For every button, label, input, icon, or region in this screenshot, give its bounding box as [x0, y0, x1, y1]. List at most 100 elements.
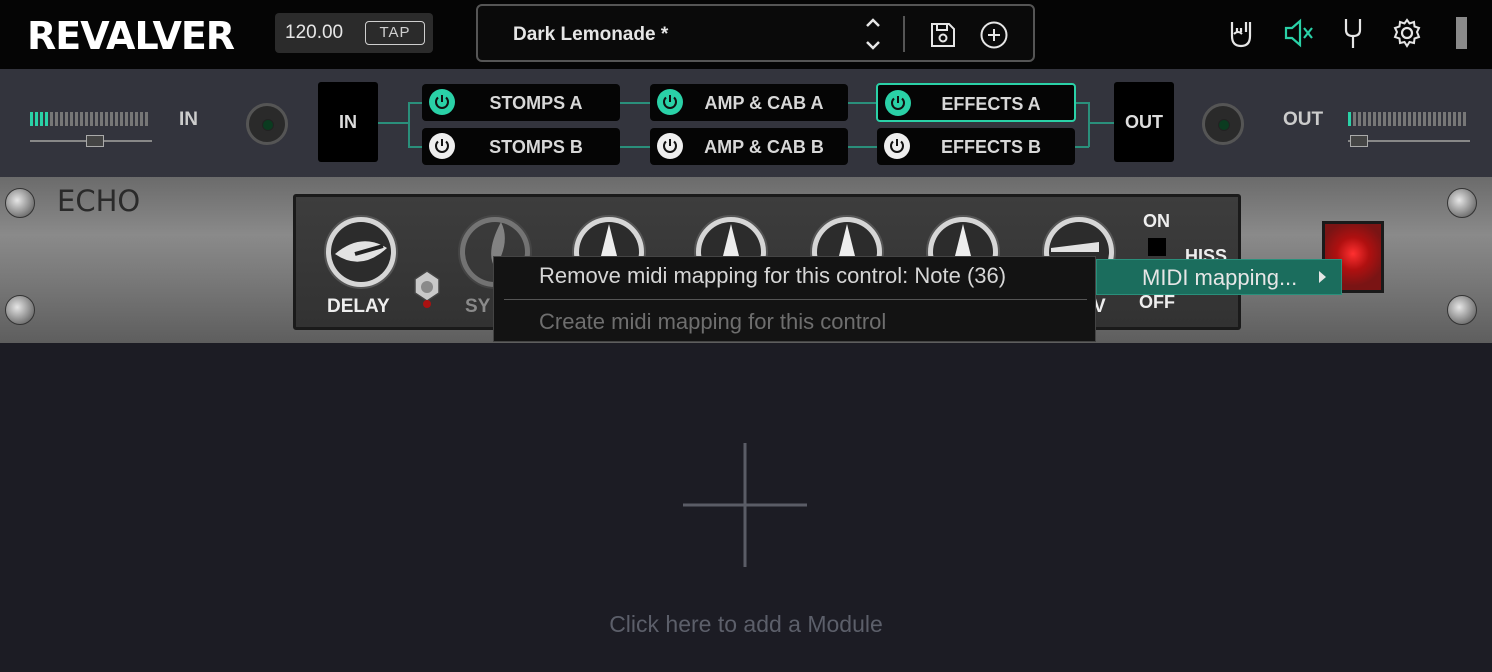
- meter-segment: [50, 112, 53, 126]
- remove-midi-mapping-item[interactable]: Remove midi mapping for this control: No…: [539, 263, 1006, 289]
- delay-label: DELAY: [327, 296, 390, 317]
- meter-segment: [135, 112, 138, 126]
- meter-segment: [1443, 112, 1446, 126]
- save-preset-icon[interactable]: [928, 20, 958, 50]
- tap-tempo-button[interactable]: TAP: [365, 21, 425, 45]
- meter-segment: [80, 112, 83, 126]
- meter-segment: [110, 112, 113, 126]
- output-jack: [1202, 103, 1244, 145]
- meter-segment: [60, 112, 63, 126]
- meter-segment: [55, 112, 58, 126]
- revalver-window: REVALVER 120.00 TAP Dark Lemonade * IN I…: [0, 0, 1492, 672]
- switch-off-label: OFF: [1139, 292, 1175, 312]
- gear-icon[interactable]: [1392, 16, 1422, 50]
- screw: [5, 188, 35, 218]
- screw: [1447, 295, 1477, 325]
- midi-mapping-label: MIDI mapping...: [1142, 265, 1298, 290]
- menu-separator: [504, 299, 1087, 300]
- input-gain-slider[interactable]: [30, 135, 152, 147]
- preset-selector[interactable]: Dark Lemonade *: [476, 4, 1035, 62]
- midi-mapped-screw-icon: [414, 270, 440, 308]
- module-amp-cab-b[interactable]: AMP & CAB B: [650, 128, 848, 165]
- wire: [620, 146, 651, 148]
- hiss-toggle[interactable]: [1148, 238, 1166, 256]
- meter-segment: [45, 112, 48, 126]
- meter-segment: [125, 112, 128, 126]
- meter-segment: [140, 112, 143, 126]
- meter-segment: [65, 112, 68, 126]
- meter-segment: [120, 112, 123, 126]
- meter-segment: [115, 112, 118, 126]
- preset-divider: [903, 16, 905, 52]
- wire: [1088, 122, 1114, 124]
- meter-segment: [1403, 112, 1406, 126]
- app-logo: REVALVER: [27, 14, 235, 58]
- meter-segment: [95, 112, 98, 126]
- meter-segment: [1383, 112, 1386, 126]
- tuning-fork-icon[interactable]: [1338, 16, 1368, 50]
- meter-segment: [40, 112, 43, 126]
- meter-segment: [100, 112, 103, 126]
- tempo-value[interactable]: 120.00: [285, 22, 343, 44]
- input-jack: [246, 103, 288, 145]
- meter-segment: [1358, 112, 1361, 126]
- rock-hand-icon[interactable]: [1226, 16, 1256, 50]
- wire: [408, 102, 410, 147]
- meter-segment: [1368, 112, 1371, 126]
- meter-segment: [1433, 112, 1436, 126]
- module-effects-b[interactable]: EFFECTS B: [877, 128, 1075, 165]
- meter-segment: [1348, 112, 1351, 126]
- input-level-meter: [30, 112, 148, 126]
- plus-icon[interactable]: [683, 443, 807, 567]
- meter-segment: [30, 112, 33, 126]
- meter-segment: [1388, 112, 1391, 126]
- preset-up-down-icon[interactable]: [862, 14, 884, 54]
- submenu-arrow-icon: [1319, 271, 1326, 283]
- module-label: AMP & CAB B: [704, 137, 824, 157]
- module-amp-cab-a[interactable]: AMP & CAB A: [650, 84, 848, 121]
- sync-label: SY: [465, 296, 491, 317]
- input-gain-slider-handle[interactable]: [86, 135, 104, 147]
- wire: [1075, 146, 1089, 148]
- speaker-mute-icon[interactable]: [1283, 16, 1313, 50]
- screw: [5, 295, 35, 325]
- meter-segment: [1448, 112, 1451, 126]
- meter-segment: [1458, 112, 1461, 126]
- tempo-control[interactable]: 120.00 TAP: [275, 13, 433, 53]
- top-bar: REVALVER 120.00 TAP Dark Lemonade *: [0, 0, 1492, 69]
- output-gain-slider[interactable]: [1348, 135, 1470, 147]
- meter-segment: [1353, 112, 1356, 126]
- meter-segment: [1438, 112, 1441, 126]
- add-preset-icon[interactable]: [979, 20, 1009, 50]
- module-label: STOMPS B: [489, 137, 583, 157]
- output-gain-slider-handle[interactable]: [1350, 135, 1368, 147]
- input-label: IN: [179, 109, 198, 130]
- meter-segment: [1378, 112, 1381, 126]
- output-level-indicator: [1456, 17, 1467, 49]
- wire: [408, 146, 422, 148]
- wire: [848, 146, 877, 148]
- meter-segment: [1393, 112, 1396, 126]
- meter-segment: [1463, 112, 1466, 126]
- preset-name[interactable]: Dark Lemonade *: [513, 24, 668, 46]
- module-stomps-b[interactable]: STOMPS B: [422, 128, 620, 165]
- delay-knob[interactable]: [321, 212, 401, 292]
- module-label: EFFECTS A: [941, 94, 1041, 114]
- switch-on-label: ON: [1143, 211, 1170, 231]
- add-module-text[interactable]: Click here to add a Module: [0, 611, 1492, 638]
- midi-mapping-menu-item[interactable]: MIDI mapping...: [1096, 259, 1342, 295]
- wire: [620, 102, 651, 104]
- module-effects-a[interactable]: EFFECTS A: [876, 83, 1076, 122]
- add-module-area[interactable]: Click here to add a Module: [0, 343, 1492, 672]
- output-box: OUT: [1114, 82, 1174, 162]
- meter-segment: [1428, 112, 1431, 126]
- module-title: ECHO: [57, 184, 141, 218]
- meter-segment: [75, 112, 78, 126]
- meter-segment: [70, 112, 73, 126]
- meter-segment: [1363, 112, 1366, 126]
- module-stomps-a[interactable]: STOMPS A: [422, 84, 620, 121]
- input-box: IN: [318, 82, 378, 162]
- wire: [1075, 102, 1089, 104]
- meter-segment: [90, 112, 93, 126]
- context-menu: Remove midi mapping for this control: No…: [493, 256, 1096, 342]
